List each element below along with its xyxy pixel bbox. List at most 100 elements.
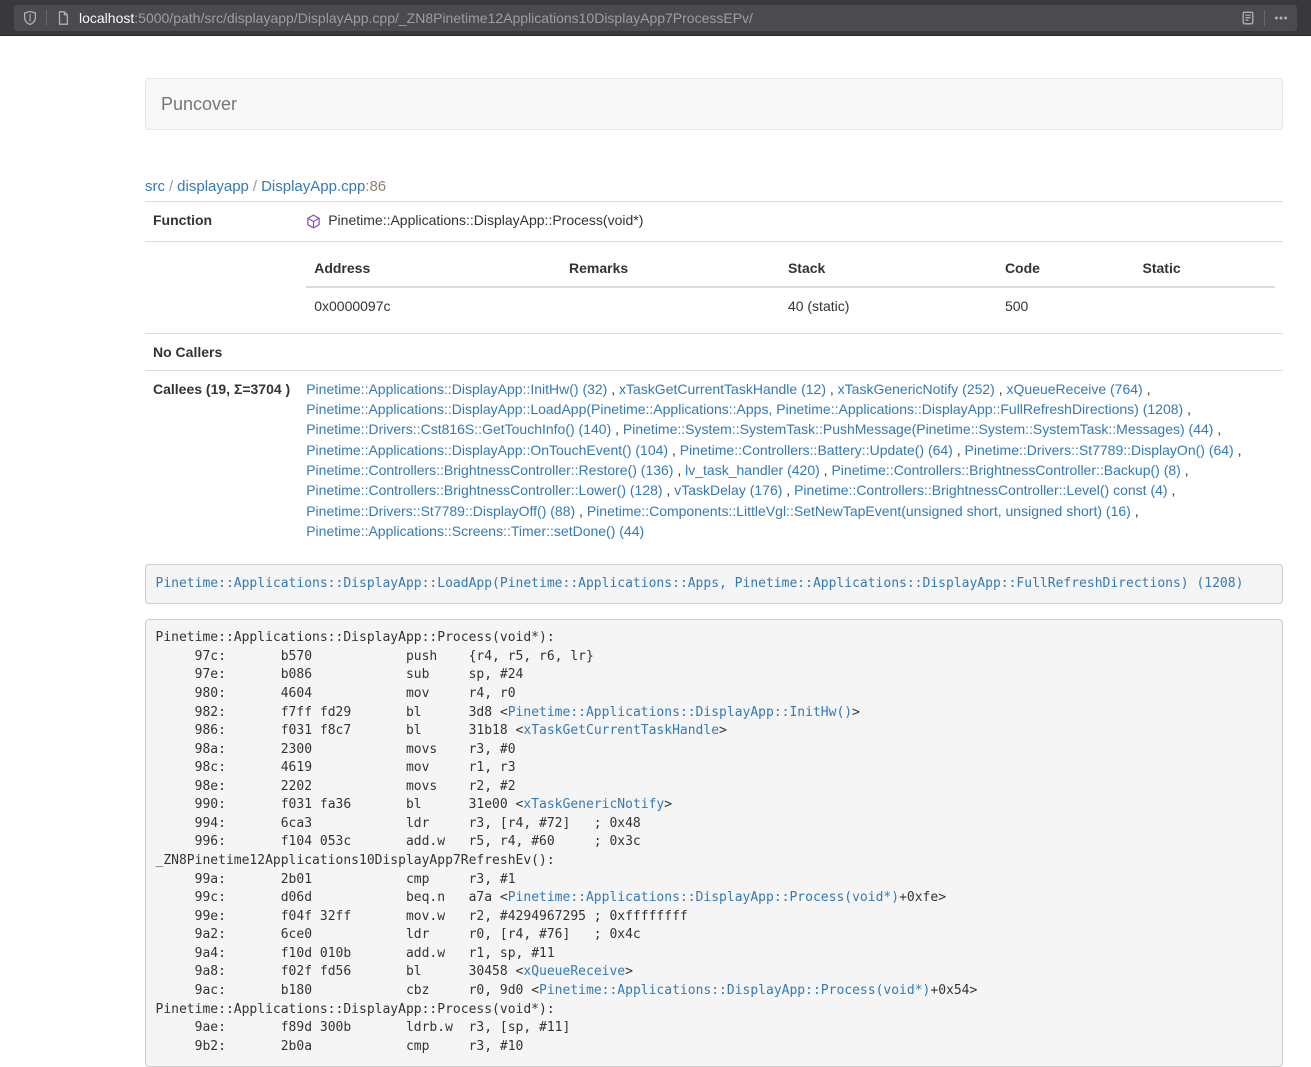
callee-separator: , xyxy=(1143,381,1151,397)
callee-link[interactable]: Pinetime::Controllers::BrightnessControl… xyxy=(306,482,662,498)
disassembly-text: 9b2: 2b0a cmp r3, #10 xyxy=(156,1039,524,1054)
callee-separator: , xyxy=(575,503,587,519)
disassembly-text: 99a: 2b01 cmp r3, #1 xyxy=(156,872,516,887)
disassembly-text: 97e: b086 sub sp, #24 xyxy=(156,667,524,682)
callee-separator: , xyxy=(995,381,1007,397)
brand-link[interactable]: Puncover xyxy=(146,79,252,129)
breadcrumb-link[interactable]: displayapp xyxy=(177,178,249,195)
disassembly-text: Pinetime::Applications::DisplayApp::Proc… xyxy=(156,630,555,645)
function-row-label: Function xyxy=(145,202,298,242)
disassembly-text: 99c: d06d beq.n a7a < xyxy=(156,890,508,905)
stats-value: 0x0000097c xyxy=(306,287,561,324)
callee-separator: , xyxy=(782,482,794,498)
stats-value: 40 (static) xyxy=(780,287,997,324)
callee-link[interactable]: Pinetime::Controllers::BrightnessControl… xyxy=(306,462,673,478)
callee-separator: , xyxy=(1234,442,1242,458)
stats-value-row: 0x0000097c40 (static)500 xyxy=(306,287,1275,324)
disassembly-symbol-link[interactable]: xTaskGenericNotify xyxy=(523,797,664,812)
callee-link[interactable]: Pinetime::System::SystemTask::PushMessag… xyxy=(623,421,1214,437)
callee-separator: , xyxy=(1181,462,1189,478)
disassembly-text: 9ac: b180 cbz r0, 9d0 < xyxy=(156,983,540,998)
callee-link[interactable]: Pinetime::Controllers::Battery::Update()… xyxy=(680,442,953,458)
callee-link[interactable]: Pinetime::Applications::DisplayApp::OnTo… xyxy=(306,442,668,458)
callee-link[interactable]: xQueueReceive (764) xyxy=(1007,381,1143,397)
disassembly-symbol-link[interactable]: xQueueReceive xyxy=(523,964,625,979)
disassembly-text: +0x54> xyxy=(930,983,977,998)
stats-value xyxy=(561,287,780,324)
breadcrumb-line-number: :86 xyxy=(365,178,386,195)
callee-link[interactable]: Pinetime::Applications::Screens::Timer::… xyxy=(306,523,644,539)
disassembly-text: 996: f104 053c add.w r5, r4, #60 ; 0x3c xyxy=(156,834,641,849)
url-path: :5000/path/src/displayapp/DisplayApp.cpp… xyxy=(134,10,753,26)
package-icon xyxy=(306,214,321,229)
disassembly-text: 97c: b570 push {r4, r5, r6, lr} xyxy=(156,649,594,664)
callee-separator: , xyxy=(1213,421,1221,437)
highlighted-callee-link[interactable]: Pinetime::Applications::DisplayApp::Load… xyxy=(156,576,1244,591)
callee-separator: , xyxy=(820,462,832,478)
stats-column-header: Address xyxy=(306,250,561,287)
puncover-page: Puncover src/displayapp/DisplayApp.cpp:8… xyxy=(145,78,1283,1067)
disassembly-text: > xyxy=(719,723,727,738)
disassembly-text: > xyxy=(625,964,633,979)
disassembly-text: > xyxy=(852,705,860,720)
callee-link[interactable]: vTaskDelay (176) xyxy=(674,482,782,498)
urlbar-divider xyxy=(46,10,47,26)
disassembly-symbol-link[interactable]: xTaskGetCurrentTaskHandle xyxy=(523,723,719,738)
disassembly-text: 986: f031 f8c7 bl 31b18 < xyxy=(156,723,524,738)
url-bar[interactable]: localhost:5000/path/src/displayapp/Displ… xyxy=(14,5,1297,31)
page-actions-menu-icon[interactable] xyxy=(1273,10,1289,26)
stats-column-header: Remarks xyxy=(561,250,780,287)
callee-link[interactable]: Pinetime::Applications::DisplayApp::Load… xyxy=(306,401,1183,417)
shield-icon[interactable] xyxy=(22,10,38,26)
callees-label: Callees (19, Σ=3704 ) xyxy=(145,370,298,549)
stats-header-row: AddressRemarksStackCodeStatic xyxy=(306,250,1275,287)
disassembly-symbol-link[interactable]: Pinetime::Applications::DisplayApp::Proc… xyxy=(508,890,899,905)
breadcrumb-link[interactable]: DisplayApp.cpp xyxy=(261,178,365,195)
stats-column-header: Static xyxy=(1135,250,1276,287)
callee-separator: , xyxy=(826,381,838,397)
callee-separator: , xyxy=(668,442,680,458)
disassembly-text: 9a2: 6ce0 ldr r0, [r4, #76] ; 0x4c xyxy=(156,927,641,942)
navbar: Puncover xyxy=(145,78,1283,130)
stats-column-header: Stack xyxy=(780,250,997,287)
disassembly-text: +0xfe> xyxy=(899,890,946,905)
disassembly-text: Pinetime::Applications::DisplayApp::Proc… xyxy=(156,1002,555,1017)
breadcrumb: src/displayapp/DisplayApp.cpp:86 xyxy=(145,178,1283,195)
highlighted-callee-box: Pinetime::Applications::DisplayApp::Load… xyxy=(145,564,1283,604)
urlbar-divider-right xyxy=(1264,10,1265,26)
callee-separator: , xyxy=(607,381,619,397)
callee-link[interactable]: Pinetime::Controllers::BrightnessControl… xyxy=(794,482,1167,498)
disassembly-text: 9ae: f89d 300b ldrb.w r3, [sp, #11] xyxy=(156,1020,571,1035)
page-icon[interactable] xyxy=(55,10,71,26)
url-host: localhost xyxy=(79,10,134,26)
callee-link[interactable]: Pinetime::Drivers::St7789::DisplayOff() … xyxy=(306,503,575,519)
callee-link[interactable]: xTaskGetCurrentTaskHandle (12) xyxy=(619,381,826,397)
callees-list: Pinetime::Applications::DisplayApp::Init… xyxy=(298,370,1283,549)
callee-link[interactable]: Pinetime::Drivers::St7789::DisplayOn() (… xyxy=(965,442,1234,458)
reader-mode-icon[interactable] xyxy=(1240,10,1256,26)
callee-link[interactable]: Pinetime::Controllers::BrightnessControl… xyxy=(831,462,1180,478)
callees-row: Callees (19, Σ=3704 ) Pinetime::Applicat… xyxy=(145,370,1283,549)
disassembly-block: Pinetime::Applications::DisplayApp::Proc… xyxy=(145,619,1283,1067)
url-text[interactable]: localhost:5000/path/src/displayapp/Displ… xyxy=(79,10,1240,26)
disassembly-text: 98c: 4619 mov r1, r3 xyxy=(156,760,516,775)
breadcrumb-separator: / xyxy=(249,178,261,195)
stats-table: AddressRemarksStackCodeStatic 0x0000097c… xyxy=(306,250,1275,325)
disassembly-symbol-link[interactable]: Pinetime::Applications::DisplayApp::Proc… xyxy=(539,983,930,998)
disassembly-text: > xyxy=(664,797,672,812)
function-row: Function Pinetime::Applications::Display… xyxy=(145,202,1283,242)
callee-link[interactable]: Pinetime::Applications::DisplayApp::Init… xyxy=(306,381,607,397)
function-table: Function Pinetime::Applications::Display… xyxy=(145,201,1283,549)
callee-separator: , xyxy=(1131,503,1139,519)
disassembly-symbol-link[interactable]: Pinetime::Applications::DisplayApp::Init… xyxy=(508,705,852,720)
function-stats-row: AddressRemarksStackCodeStatic 0x0000097c… xyxy=(145,241,1283,333)
callee-link[interactable]: xTaskGenericNotify (252) xyxy=(838,381,995,397)
function-name: Pinetime::Applications::DisplayApp::Proc… xyxy=(328,210,643,230)
stats-column-header: Code xyxy=(997,250,1135,287)
disassembly-text: 9a8: f02f fd56 bl 30458 < xyxy=(156,964,524,979)
callee-link[interactable]: Pinetime::Components::LittleVgl::SetNewT… xyxy=(587,503,1131,519)
breadcrumb-link[interactable]: src xyxy=(145,178,165,195)
disassembly-text: 980: 4604 mov r4, r0 xyxy=(156,686,516,701)
callee-link[interactable]: lv_task_handler (420) xyxy=(685,462,820,478)
callee-link[interactable]: Pinetime::Drivers::Cst816S::GetTouchInfo… xyxy=(306,421,611,437)
